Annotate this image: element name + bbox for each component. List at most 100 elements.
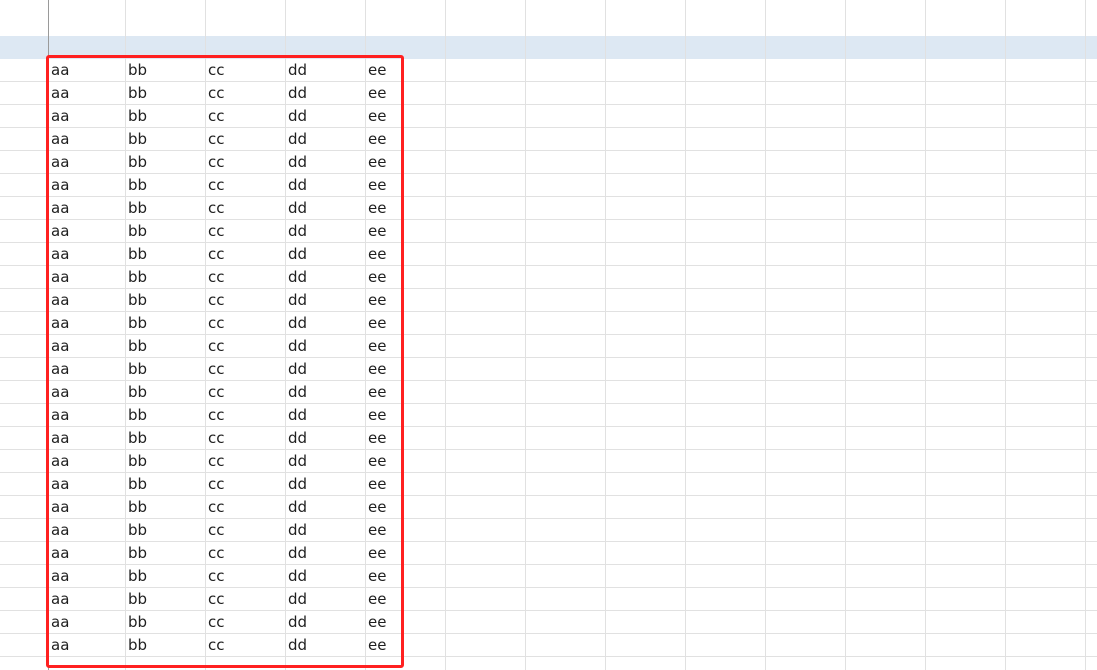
grid-cell[interactable]: bb	[125, 634, 205, 657]
grid-cell[interactable]: dd	[285, 289, 365, 312]
grid-cell[interactable]: ee	[365, 519, 445, 542]
grid-cell[interactable]: aa	[48, 358, 125, 381]
grid-cell[interactable]: bb	[125, 404, 205, 427]
grid-cell[interactable]: cc	[205, 588, 285, 611]
grid-cell[interactable]: aa	[48, 82, 125, 105]
grid-cell[interactable]: ee	[365, 611, 445, 634]
grid-cell[interactable]: bb	[125, 473, 205, 496]
grid-cell[interactable]: cc	[205, 519, 285, 542]
grid-cell[interactable]: dd	[285, 565, 365, 588]
grid-cell[interactable]: dd	[285, 404, 365, 427]
grid-cell[interactable]: bb	[125, 197, 205, 220]
grid-cell[interactable]: cc	[205, 427, 285, 450]
grid-cell[interactable]: bb	[125, 266, 205, 289]
grid-cell[interactable]: dd	[285, 105, 365, 128]
grid-cell[interactable]: aa	[48, 174, 125, 197]
grid-cell[interactable]: bb	[125, 105, 205, 128]
grid-cell[interactable]: bb	[125, 220, 205, 243]
grid-cell[interactable]: bb	[125, 312, 205, 335]
grid-cell[interactable]: aa	[48, 105, 125, 128]
grid-cell[interactable]: bb	[125, 358, 205, 381]
grid-cell[interactable]: aa	[48, 266, 125, 289]
spreadsheet-grid[interactable]: aa bb cc dd ee aa bb cc dd ee aa bb cc dd ee aa bb cc dd ee…	[0, 0, 1097, 670]
grid-cell[interactable]: dd	[285, 59, 365, 82]
grid-cell[interactable]: aa	[48, 59, 125, 82]
grid-cell[interactable]: bb	[125, 335, 205, 358]
grid-cell[interactable]: cc	[205, 151, 285, 174]
grid-cell[interactable]: cc	[205, 404, 285, 427]
grid-cell[interactable]: ee	[365, 473, 445, 496]
grid-cell[interactable]: ee	[365, 174, 445, 197]
grid-cell[interactable]: dd	[285, 519, 365, 542]
grid-cell[interactable]: dd	[285, 496, 365, 519]
grid-cell[interactable]: dd	[285, 611, 365, 634]
grid-cell[interactable]: aa	[48, 289, 125, 312]
grid-cell[interactable]: aa	[48, 519, 125, 542]
grid-cell[interactable]: aa	[48, 404, 125, 427]
grid-cell[interactable]: aa	[48, 427, 125, 450]
grid-cell[interactable]: bb	[125, 243, 205, 266]
grid-cell[interactable]: ee	[365, 588, 445, 611]
grid-cell[interactable]: cc	[205, 542, 285, 565]
grid-cell[interactable]: dd	[285, 542, 365, 565]
grid-cell[interactable]: dd	[285, 588, 365, 611]
grid-cell[interactable]: cc	[205, 358, 285, 381]
grid-cell[interactable]: dd	[285, 634, 365, 657]
grid-cell[interactable]: ee	[365, 358, 445, 381]
grid-cell[interactable]: ee	[365, 128, 445, 151]
grid-cell[interactable]: bb	[125, 381, 205, 404]
grid-cell[interactable]: bb	[125, 128, 205, 151]
grid-cell[interactable]: bb	[125, 588, 205, 611]
grid-cell[interactable]: dd	[285, 243, 365, 266]
grid-cell[interactable]: ee	[365, 450, 445, 473]
grid-cell[interactable]: bb	[125, 565, 205, 588]
grid-cell[interactable]: aa	[48, 243, 125, 266]
grid-cell[interactable]: cc	[205, 473, 285, 496]
grid-cell[interactable]: aa	[48, 634, 125, 657]
grid-cell[interactable]: cc	[205, 174, 285, 197]
grid-cell[interactable]: cc	[205, 243, 285, 266]
grid-cell[interactable]: ee	[365, 59, 445, 82]
grid-cell[interactable]: ee	[365, 312, 445, 335]
grid-cell[interactable]: cc	[205, 335, 285, 358]
grid-cell[interactable]: aa	[48, 197, 125, 220]
grid-cell[interactable]: bb	[125, 519, 205, 542]
grid-cell[interactable]: bb	[125, 611, 205, 634]
grid-cell[interactable]: cc	[205, 312, 285, 335]
grid-cell[interactable]: ee	[365, 496, 445, 519]
grid-cell[interactable]: dd	[285, 128, 365, 151]
grid-cell[interactable]: ee	[365, 634, 445, 657]
grid-cell[interactable]: aa	[48, 128, 125, 151]
grid-cell[interactable]: ee	[365, 266, 445, 289]
grid-cell[interactable]: cc	[205, 82, 285, 105]
grid-cell[interactable]: dd	[285, 151, 365, 174]
grid-cell[interactable]: aa	[48, 381, 125, 404]
grid-cell[interactable]: cc	[205, 611, 285, 634]
grid-cell[interactable]: aa	[48, 151, 125, 174]
grid-cell[interactable]: ee	[365, 565, 445, 588]
grid-cell[interactable]: cc	[205, 450, 285, 473]
grid-cell[interactable]: dd	[285, 381, 365, 404]
grid-cell[interactable]: bb	[125, 450, 205, 473]
grid-cell[interactable]: aa	[48, 473, 125, 496]
grid-cell[interactable]: cc	[205, 220, 285, 243]
grid-cell[interactable]: dd	[285, 312, 365, 335]
grid-cell[interactable]: dd	[285, 473, 365, 496]
grid-cell[interactable]: cc	[205, 565, 285, 588]
grid-cell[interactable]: ee	[365, 335, 445, 358]
grid-cell[interactable]: aa	[48, 450, 125, 473]
grid-cell[interactable]: cc	[205, 289, 285, 312]
grid-cell[interactable]: aa	[48, 542, 125, 565]
grid-cell[interactable]: cc	[205, 128, 285, 151]
grid-cell[interactable]: dd	[285, 266, 365, 289]
grid-cell[interactable]: cc	[205, 381, 285, 404]
grid-cell[interactable]: ee	[365, 197, 445, 220]
grid-cell[interactable]: ee	[365, 427, 445, 450]
grid-cell[interactable]: ee	[365, 404, 445, 427]
grid-cell[interactable]: ee	[365, 151, 445, 174]
grid-cell[interactable]: bb	[125, 59, 205, 82]
grid-cell[interactable]: cc	[205, 634, 285, 657]
grid-cell[interactable]: dd	[285, 450, 365, 473]
grid-cell[interactable]: aa	[48, 496, 125, 519]
grid-cell[interactable]: aa	[48, 335, 125, 358]
